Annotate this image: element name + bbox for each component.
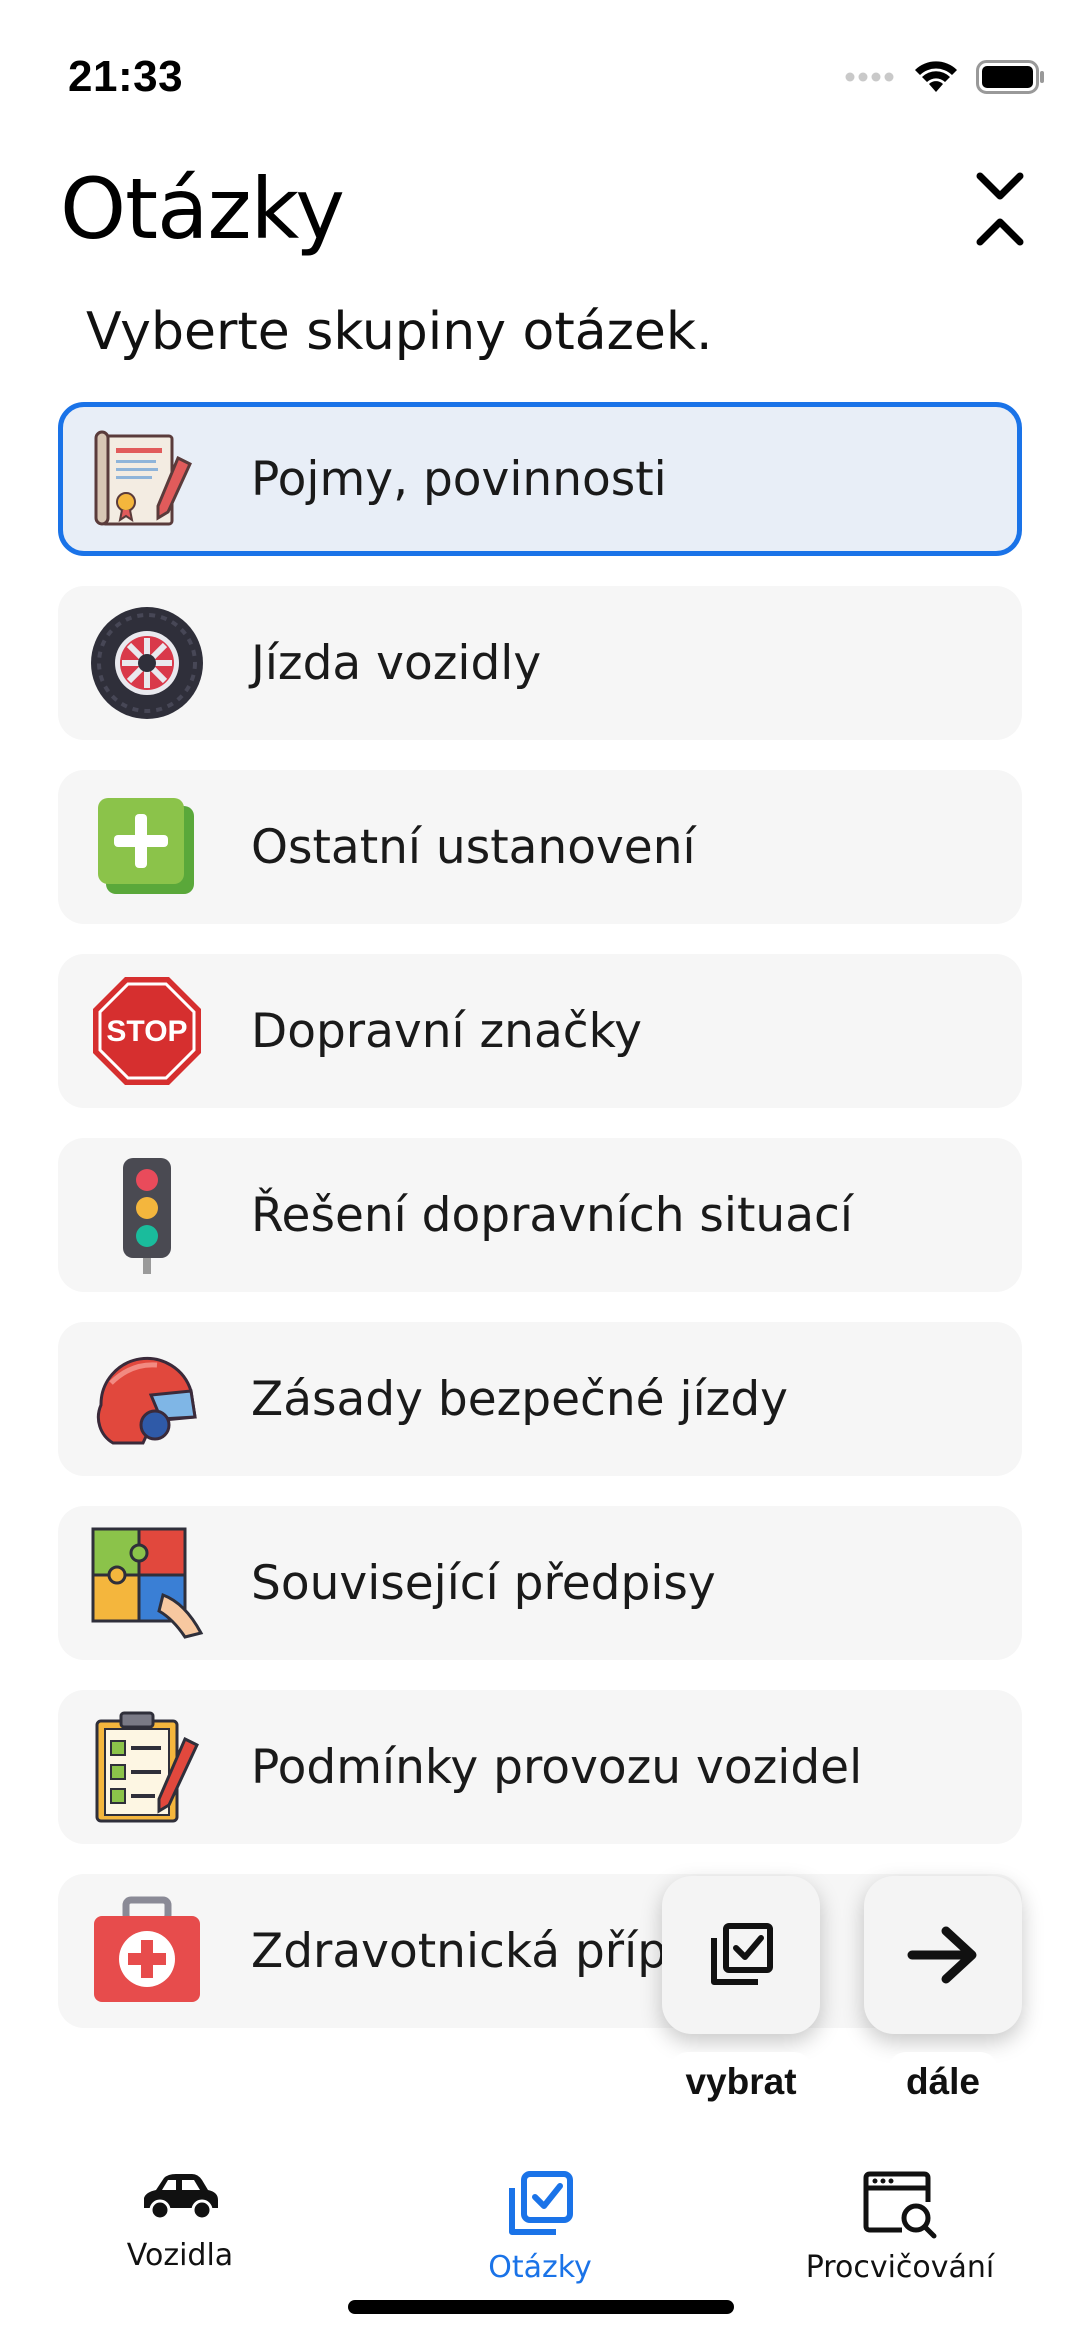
group-item-souvisejici[interactable]: Související předpisy (58, 1506, 1022, 1660)
group-label: Pojmy, povinnosti (251, 451, 667, 507)
group-item-jizda[interactable]: Jízda vozidly (58, 586, 1022, 740)
tab-questions[interactable]: Otázky (460, 2168, 620, 2285)
next-button-label: dále (888, 2052, 998, 2112)
next-button[interactable] (864, 1876, 1022, 2034)
car-icon (144, 2174, 218, 2221)
tab-questions-label: Otázky (488, 2250, 592, 2285)
helmet-icon (88, 1340, 206, 1458)
tab-practice-label: Procvičování (805, 2250, 995, 2285)
page-title: Otázky (60, 160, 345, 258)
group-item-ostatni[interactable]: Ostatní ustanovení (58, 770, 1022, 924)
tire-icon (88, 604, 206, 722)
group-item-reseni[interactable]: Řešení dopravních situací (58, 1138, 1022, 1292)
floating-actions: vybrat dále (0, 1876, 1080, 2112)
header: Otázky (0, 150, 1080, 260)
question-group-list: Pojmy, povinnosti Jízda vozidly Ostatní … (58, 402, 1022, 2058)
group-item-podminky[interactable]: Podmínky provozu vozidel (58, 1690, 1022, 1844)
group-item-znacky[interactable]: STOP Dopravní značky (58, 954, 1022, 1108)
tab-vehicles-label: Vozidla (126, 2238, 234, 2273)
group-label: Řešení dopravních situací (251, 1187, 853, 1243)
traffic-light-icon (88, 1156, 206, 1274)
certificate-icon (88, 420, 206, 538)
puzzle-icon (88, 1524, 206, 1642)
collapse-button[interactable] (960, 164, 1040, 254)
group-item-pojmy[interactable]: Pojmy, povinnosti (58, 402, 1022, 556)
select-all-icon (711, 1923, 773, 1985)
signal-icon (845, 72, 894, 82)
wifi-icon (915, 61, 957, 92)
plus-square-icon (88, 788, 206, 906)
instruction-text: Vyberte skupiny otázek. (86, 302, 713, 362)
stop-sign-icon: STOP (88, 972, 206, 1090)
tab-practice[interactable]: Procvičování (790, 2168, 1010, 2285)
browser-search-icon (863, 2171, 937, 2239)
select-button[interactable] (662, 1876, 820, 2034)
group-label: Ostatní ustanovení (251, 819, 696, 875)
group-label: Dopravní značky (251, 1003, 642, 1059)
group-label: Podmínky provozu vozidel (251, 1739, 863, 1795)
checked-stack-icon (509, 2171, 573, 2235)
arrow-right-icon (907, 1926, 977, 1984)
home-indicator (348, 2300, 734, 2314)
group-label: Jízda vozidly (251, 635, 542, 691)
tab-vehicles[interactable]: Vozidla (100, 2168, 260, 2273)
status-bar: 21:33 (0, 0, 1080, 130)
select-button-label: vybrat (670, 2052, 812, 2112)
status-time: 21:33 (68, 52, 184, 101)
battery-icon (976, 60, 1044, 94)
group-item-zasady[interactable]: Zásady bezpečné jízdy (58, 1322, 1022, 1476)
svg-text:STOP: STOP (106, 1015, 187, 1048)
checklist-icon (88, 1708, 206, 1826)
status-indicators (844, 60, 1046, 94)
collapse-chevrons-icon (976, 172, 1024, 246)
group-label: Související předpisy (251, 1555, 716, 1611)
group-label: Zásady bezpečné jízdy (251, 1371, 788, 1427)
